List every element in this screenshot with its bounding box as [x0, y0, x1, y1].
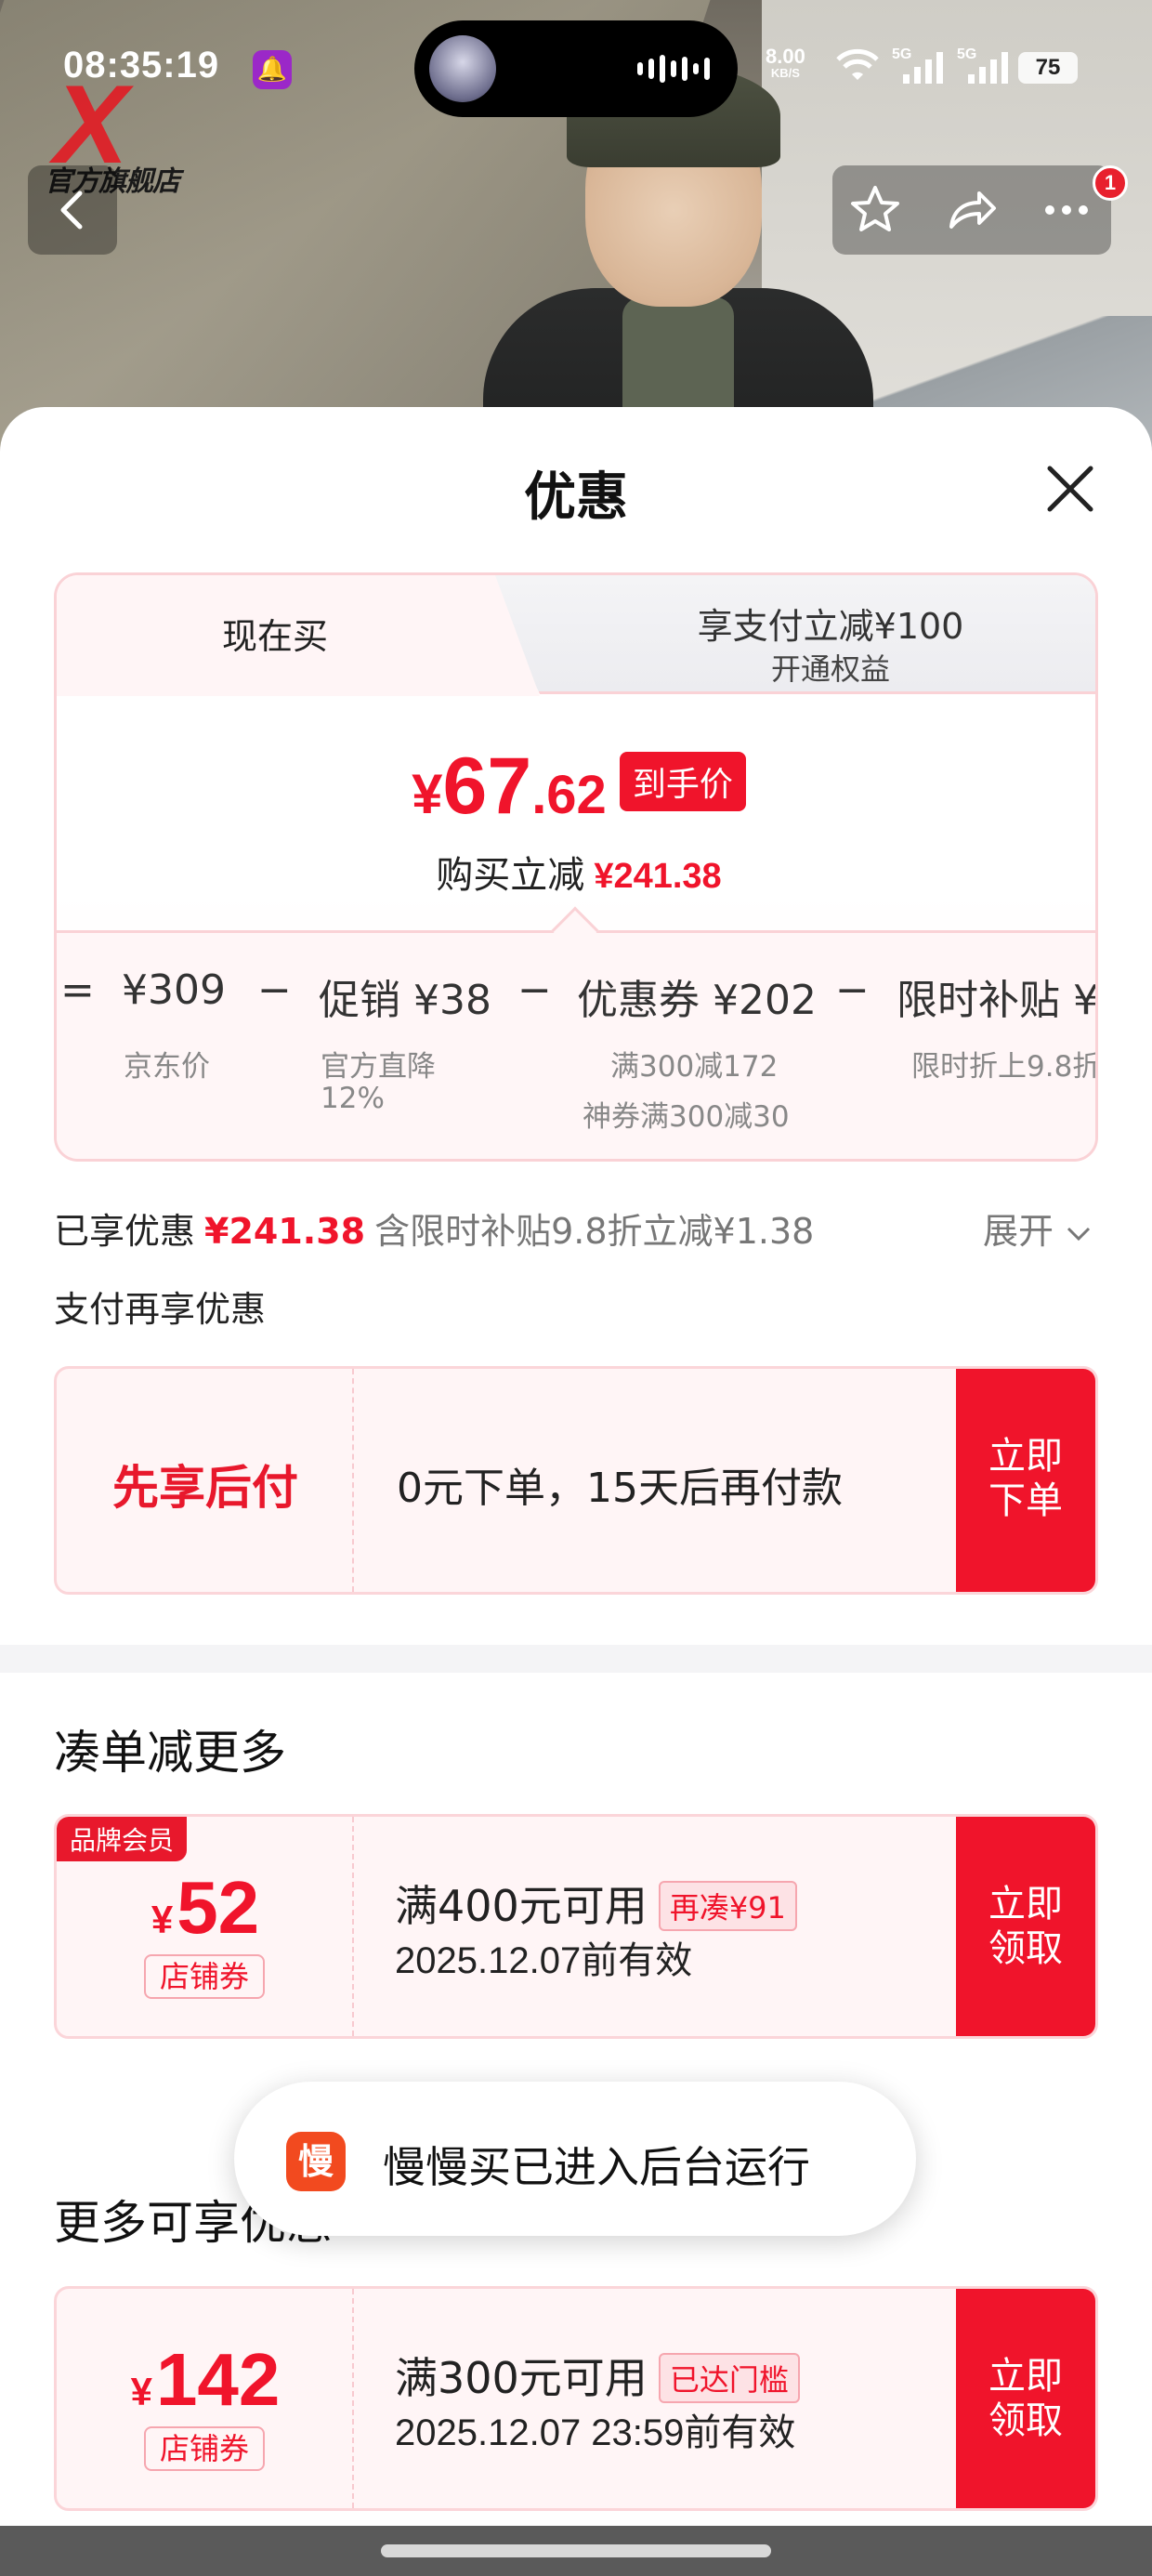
coupon-amount: ¥52 [151, 1866, 260, 1949]
coupon-middle: 满400元可用 再凑¥91 2025.12.07前有效 [395, 1817, 915, 2036]
share-icon[interactable] [944, 182, 1000, 238]
coupon-card-142: ¥142 店铺券 满300元可用 已达门槛 2025.12.07 23:59前有效… [54, 2286, 1098, 2511]
bnpl-card: 先享后付 0元下单，15天后再付款 立即 下单 [54, 1366, 1098, 1595]
final-price: ¥67.62 到手价 [57, 741, 1095, 833]
claim-coupon-button[interactable]: 立即 领取 [956, 2289, 1095, 2508]
more-dots-icon[interactable] [1039, 182, 1094, 238]
top-action-group [832, 165, 1111, 255]
audio-wave-icon [637, 54, 710, 84]
coupon-condition: 满400元可用 再凑¥91 [395, 1873, 797, 1934]
breakdown-promo: 促销 ¥38 [319, 977, 491, 1024]
breakdown-jd-price-label: 京东价 [124, 1050, 210, 1084]
notification-bell-icon: 🔔 [253, 50, 292, 89]
section-more-discount: 凑单减更多 [54, 1726, 286, 1780]
claim-coupon-button[interactable]: 立即 领取 [956, 1817, 1095, 2036]
price-breakdown-card: 享支付立减¥100 开通权益 现在买 ¥67.62 到手价 购买立减 ¥241.38… [54, 572, 1098, 1162]
wifi-icon [836, 48, 879, 80]
status-bar: 08:35:19 🔔 8.00 KB/S 5G 5G 75 [0, 0, 1152, 139]
breakdown-coupon-rule2: 神券满300减30 [583, 1100, 790, 1134]
star-favorite-icon[interactable] [847, 182, 903, 238]
applied-amount: ¥241.38 [204, 1211, 366, 1252]
status-time: 08:35:19 [63, 45, 220, 85]
battery-icon: 75 [1018, 52, 1078, 84]
pay-more-title: 支付再享优惠 [54, 1289, 267, 1330]
network-speed-value: 8.00 [766, 45, 805, 68]
coupon-expiry: 2025.12.07 23:59前有效 [395, 2412, 796, 2453]
breakdown-subsidy: 限时补贴 ¥1 [897, 977, 1098, 1024]
coupon-middle: 满300元可用 已达门槛 2025.12.07 23:59前有效 [395, 2289, 915, 2508]
bnpl-description: 0元下单，15天后再付款 [397, 1465, 843, 1512]
tab-buy-now[interactable]: 现在买 [57, 575, 493, 696]
breakdown-values: = ¥309 − 促销 ¥38 − 优惠券 ¥202 − 限时补贴 ¥1 [57, 966, 1095, 1024]
gesture-bar [0, 2526, 1152, 2576]
member-tag: 品牌会员 [57, 1817, 188, 1861]
coupon-expiry: 2025.12.07前有效 [395, 1940, 693, 1981]
back-button[interactable] [28, 165, 117, 255]
order-now-button[interactable]: 立即 下单 [956, 1369, 1095, 1592]
purchase-discount-label: 购买立减 [436, 854, 585, 897]
coupon-type: 店铺券 [144, 2426, 265, 2471]
breakdown-promo-label: 官方直降 [321, 1050, 436, 1084]
minus-sign: − [517, 966, 552, 1014]
price-breakdown-row: = ¥309 − 促销 ¥38 − 优惠券 ¥202 − 限时补贴 ¥1 京东价… [57, 930, 1098, 1159]
background-run-toast: 慢 慢慢买已进入后台运行 [234, 2082, 916, 2236]
signal-1-icon: 5G [892, 46, 943, 84]
coupon-condition: 满300元可用 已达门槛 [395, 2345, 800, 2406]
bnpl-left: 先享后付 [57, 1369, 354, 1592]
manmanmai-app-icon: 慢 [286, 2132, 346, 2191]
final-price-amount: ¥67.62 [412, 742, 607, 831]
coupon-left: ¥142 店铺券 [57, 2289, 354, 2508]
applied-note: 含限时补贴9.8折立减¥1.38 [374, 1211, 815, 1252]
cart-badge: 1 [1093, 165, 1128, 201]
sheet-title: 优惠 [524, 467, 628, 528]
breakdown-promo-percent: 12% [321, 1082, 385, 1115]
equals-sign: = [60, 966, 95, 1014]
tab-pay-subtitle: 开通权益 [770, 651, 890, 687]
expand-label: 展开 [983, 1211, 1054, 1252]
coupon-card-52: 品牌会员 ¥52 店铺券 满400元可用 再凑¥91 2025.12.07前有效 … [54, 1814, 1098, 2039]
tab-pay-discount[interactable]: 享支付立减¥100 开通权益 [484, 575, 1095, 694]
expand-button[interactable]: 展开 [983, 1203, 1093, 1254]
bnpl-title: 先享后付 [112, 1461, 298, 1515]
minus-sign: − [835, 966, 870, 1014]
music-cover-icon [429, 35, 496, 102]
coupon-amount: ¥142 [130, 2338, 281, 2421]
applied-discount-line: 已享优惠 ¥241.38 含限时补贴9.8折立减¥1.38 [54, 1203, 814, 1254]
network-speed-unit: KB/S [770, 66, 800, 80]
minus-sign: − [257, 966, 292, 1014]
coupon-gap-pill: 再凑¥91 [658, 1880, 797, 1931]
toast-text: 慢慢买已进入后台运行 [383, 2142, 810, 2192]
home-indicator[interactable] [381, 2544, 771, 2557]
breakdown-coupon-rule1: 满300减172 [610, 1050, 779, 1084]
chevron-left-icon [60, 191, 83, 230]
coupon-type: 店铺券 [144, 1954, 265, 1999]
applied-label: 已享优惠 [54, 1211, 196, 1252]
dynamic-island[interactable] [414, 20, 738, 117]
breakdown-coupon: 优惠券 ¥202 [577, 977, 817, 1024]
coupon-left: 品牌会员 ¥52 店铺券 [57, 1817, 354, 2036]
signal-2-icon: 5G [957, 46, 1008, 84]
purchase-discount-amount: ¥241.38 [594, 857, 722, 896]
close-icon[interactable] [1041, 459, 1100, 519]
bnpl-middle: 0元下单，15天后再付款 [397, 1369, 917, 1592]
breakdown-subsidy-label: 限时折上9.8折 [911, 1050, 1098, 1084]
tab-pay-title: 享支付立减¥100 [697, 606, 964, 647]
coupon-threshold-pill: 已达门槛 [658, 2352, 800, 2403]
chevron-down-icon [1067, 1227, 1091, 1242]
final-price-tag: 到手价 [619, 751, 746, 811]
network-speed: 8.00 KB/S [766, 45, 805, 80]
breakdown-jd-price: ¥309 [122, 966, 226, 1014]
section-divider [0, 1645, 1152, 1673]
purchase-discount-line: 购买立减 ¥241.38 [57, 845, 1095, 899]
